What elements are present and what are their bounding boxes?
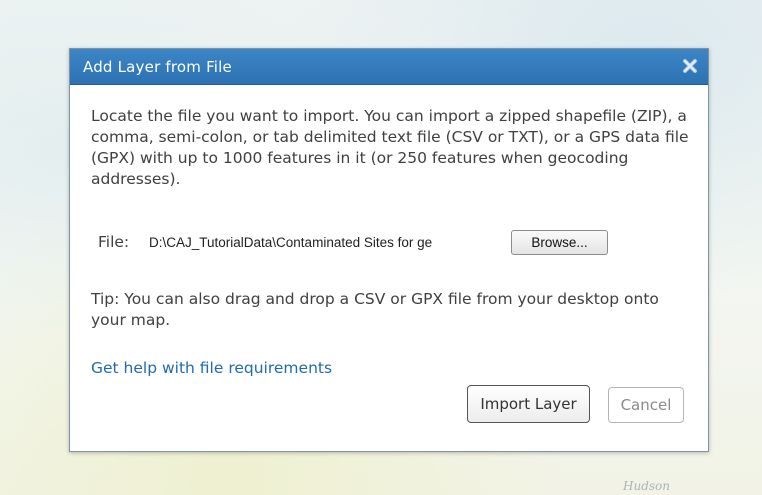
close-icon[interactable] — [680, 56, 700, 76]
help-link[interactable]: Get help with file requirements — [91, 359, 332, 377]
dialog-description: Locate the file you want to import. You … — [91, 107, 689, 188]
file-label: File: — [98, 233, 130, 251]
dialog-title: Add Layer from File — [83, 58, 232, 76]
import-layer-button[interactable]: Import Layer — [467, 385, 590, 423]
dialog-titlebar[interactable]: Add Layer from File — [70, 49, 708, 85]
browse-button[interactable]: Browse... — [511, 230, 608, 255]
tip-text: Tip: You can also drag and drop a CSV or… — [91, 290, 659, 329]
add-layer-dialog: Add Layer from File Locate the file you … — [69, 48, 709, 452]
cancel-button[interactable]: Cancel — [608, 387, 684, 423]
file-path-input[interactable] — [149, 231, 509, 253]
map-place-label: Hudson — [623, 479, 670, 493]
